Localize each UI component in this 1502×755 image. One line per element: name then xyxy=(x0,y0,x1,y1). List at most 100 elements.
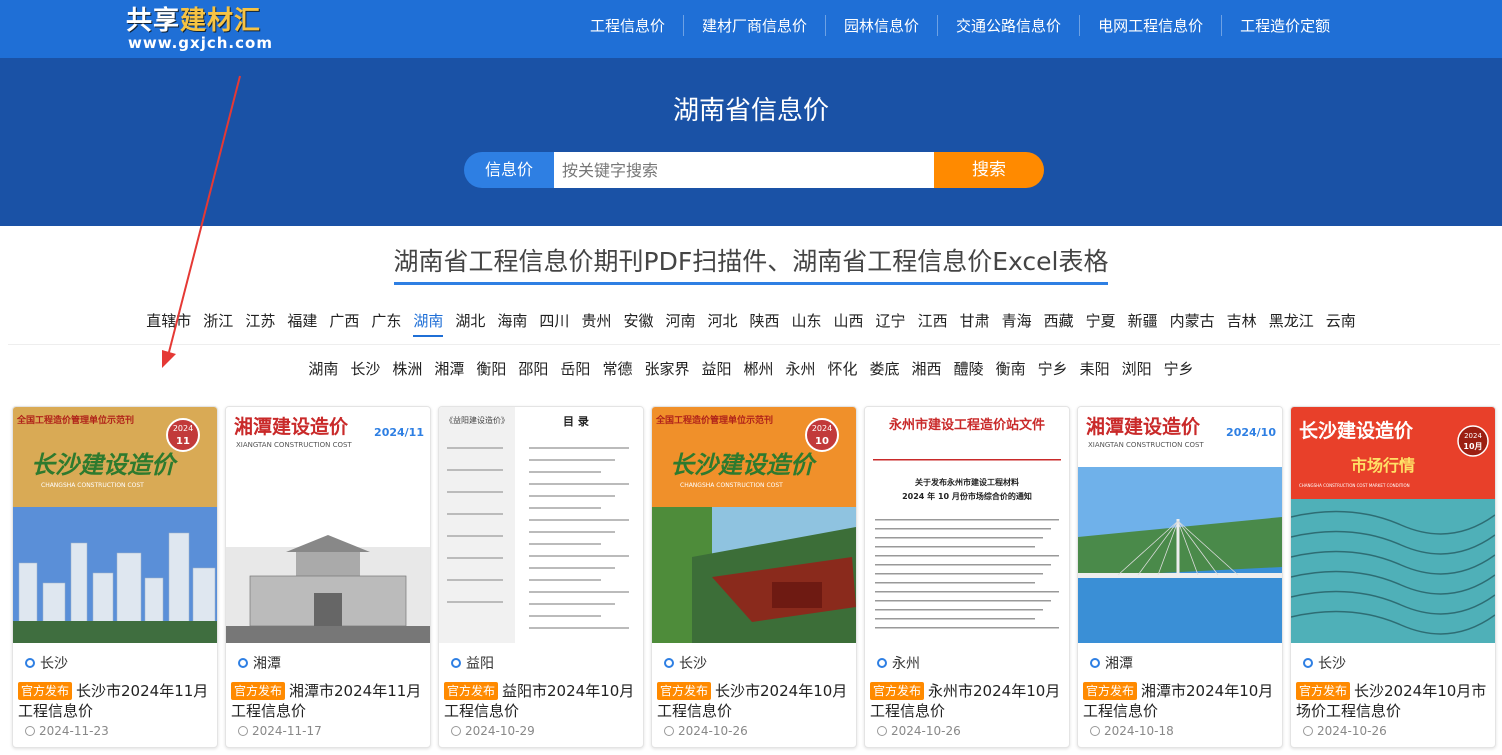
cover-subtitle: 市场行情 xyxy=(1351,456,1415,475)
city-tab[interactable]: 娄底 xyxy=(870,358,900,379)
cover-illustration: 长沙建设造价市场行情 CHANGSHA CONSTRUCTION COST MAR… xyxy=(1291,407,1495,643)
nav-item-manufacturer-price[interactable]: 建材厂商信息价 xyxy=(684,14,827,36)
cover-text-line xyxy=(529,591,629,593)
province-tab[interactable]: 青海 xyxy=(1002,310,1032,335)
card-title[interactable]: 官方发布 湘潭市2024年11月工程信息价 xyxy=(231,681,427,721)
card-title[interactable]: 官方发布 长沙2024年10月市场价工程信息价 xyxy=(1296,681,1492,721)
city-tab[interactable]: 衡南 xyxy=(996,358,1026,379)
province-tab[interactable]: 江西 xyxy=(918,310,948,335)
province-tab[interactable]: 福建 xyxy=(287,310,317,335)
clock-icon xyxy=(1303,726,1313,736)
card-cover-image[interactable]: 湘潭建设造价 XIANGTAN CONSTRUCTION COST 2024/10 xyxy=(1078,407,1282,643)
province-tab[interactable]: 云南 xyxy=(1326,310,1356,335)
site-logo[interactable]: 共享建材汇 www.gxjch.com xyxy=(126,0,306,58)
province-tab[interactable]: 湖北 xyxy=(455,310,485,335)
search-input[interactable] xyxy=(554,152,934,188)
city-tab[interactable]: 怀化 xyxy=(828,358,858,379)
province-tab[interactable]: 江苏 xyxy=(245,310,275,335)
city-tab[interactable]: 衡阳 xyxy=(476,358,506,379)
location-dot-icon xyxy=(877,658,887,668)
cover-text-line xyxy=(529,519,629,521)
province-tab[interactable]: 黑龙江 xyxy=(1269,310,1314,335)
province-tab[interactable]: 西藏 xyxy=(1044,310,1074,335)
province-tab[interactable]: 辽宁 xyxy=(876,310,906,335)
price-card[interactable]: 永州市建设工程造价站文件 关于发布永州市建设工程材料 2024 年 10 月份市场综… xyxy=(864,406,1070,748)
price-card[interactable]: 全国工程造价管理单位示范刊 2024 10 长沙建设造价 CHANGSHA CONSTR… xyxy=(651,406,857,748)
province-tab[interactable]: 贵州 xyxy=(581,310,611,335)
province-tab[interactable]: 内蒙古 xyxy=(1170,310,1215,335)
province-tab[interactable]: 四川 xyxy=(539,310,569,335)
cover-magazine-name: 长沙建设造价 xyxy=(670,451,817,479)
province-tab[interactable]: 河北 xyxy=(707,310,737,335)
nav-item-engineering-price[interactable]: 工程信息价 xyxy=(572,14,685,36)
price-card[interactable]: 湘潭建设造价 XIANGTAN CONSTRUCTION COST 2024/10 湘… xyxy=(1077,406,1283,748)
card-date-text: 2024-10-26 xyxy=(891,724,961,738)
cover-text-line xyxy=(875,582,1035,584)
city-tab[interactable]: 浏阳 xyxy=(1122,358,1152,379)
card-cover-image[interactable]: 全国工程造价管理单位示范刊 2024 10 长沙建设造价 CHANGSHA CONSTR… xyxy=(652,407,856,643)
province-tab[interactable]: 吉林 xyxy=(1227,310,1257,335)
city-tab[interactable]: 长沙 xyxy=(350,358,380,379)
cover-toc-title: 目 录 xyxy=(563,415,589,428)
province-tab[interactable]: 安徽 xyxy=(623,310,653,335)
card-title[interactable]: 官方发布 永州市2024年10月工程信息价 xyxy=(870,681,1066,721)
card-title[interactable]: 官方发布 长沙市2024年10月工程信息价 xyxy=(657,681,853,721)
card-cover-image[interactable]: 湘潭建设造价 XIANGTAN CONSTRUCTION COST 2024/11 xyxy=(226,407,430,643)
cover-issue-text: 10 xyxy=(815,436,829,447)
city-tab[interactable]: 邵阳 xyxy=(518,358,548,379)
price-card[interactable]: 湘潭建设造价 XIANGTAN CONSTRUCTION COST 2024/11 湘… xyxy=(225,406,431,748)
card-city-label: 长沙 xyxy=(1318,656,1346,672)
city-tab[interactable]: 醴陵 xyxy=(954,358,984,379)
city-tab[interactable]: 郴州 xyxy=(743,358,773,379)
province-tab[interactable]: 海南 xyxy=(497,310,527,335)
card-cover-image[interactable]: 《益阳建设造价》 目 录 xyxy=(439,407,643,643)
province-tab[interactable]: 山东 xyxy=(792,310,822,335)
province-tab[interactable]: 山西 xyxy=(834,310,864,335)
city-tab[interactable]: 湘西 xyxy=(912,358,942,379)
nav-item-cost-quota[interactable]: 工程造价定额 xyxy=(1222,15,1348,36)
card-title[interactable]: 官方发布 长沙市2024年11月工程信息价 xyxy=(18,681,214,721)
city-tab[interactable]: 株洲 xyxy=(392,358,422,379)
search-category-select[interactable]: 信息价 xyxy=(464,152,554,188)
cover-tower-body xyxy=(296,552,360,576)
province-tab[interactable]: 广西 xyxy=(329,310,359,335)
city-tab[interactable]: 岳阳 xyxy=(560,358,590,379)
city-tab[interactable]: 宁乡 xyxy=(1164,358,1194,379)
nav-item-highway-price[interactable]: 交通公路信息价 xyxy=(938,14,1081,36)
city-tab[interactable]: 宁乡 xyxy=(1038,358,1068,379)
province-tab[interactable]: 陕西 xyxy=(750,310,780,335)
nav-item-power-grid-price[interactable]: 电网工程信息价 xyxy=(1080,14,1223,36)
card-city-label: 湘潭 xyxy=(253,656,281,672)
province-tab[interactable]: 甘肃 xyxy=(960,310,990,335)
price-card[interactable]: 《益阳建设造价》 目 录益阳 官方发布 益阳市2024年10月工程信息价 2024-10… xyxy=(438,406,644,748)
province-tab[interactable]: 湖南 xyxy=(413,310,444,337)
nav-item-garden-price[interactable]: 园林信息价 xyxy=(826,14,939,36)
cover-journal-header: 《益阳建设造价》 xyxy=(445,415,509,425)
province-tab[interactable]: 广东 xyxy=(371,310,401,335)
city-tab[interactable]: 常德 xyxy=(602,358,632,379)
price-card[interactable]: 全国工程造价管理单位示范刊 2024 11 长沙建设造价 CHANGSHA CONSTR… xyxy=(12,406,218,748)
price-card[interactable]: 长沙建设造价 市场行情 CHANGSHA CONSTRUCTION COST MAR… xyxy=(1290,406,1496,748)
official-badge: 官方发布 xyxy=(1083,682,1138,700)
city-tab[interactable]: 湖南 xyxy=(308,358,338,379)
province-tab[interactable]: 新疆 xyxy=(1128,310,1158,335)
card-cover-image[interactable]: 全国工程造价管理单位示范刊 2024 11 长沙建设造价 CHANGSHA CONSTR… xyxy=(13,407,217,643)
city-tab[interactable]: 张家界 xyxy=(644,358,689,379)
search-button[interactable]: 搜索 xyxy=(934,152,1044,188)
card-cover-image[interactable]: 长沙建设造价 市场行情 CHANGSHA CONSTRUCTION COST MAR… xyxy=(1291,407,1495,643)
cover-issue-text: 2024/11 xyxy=(374,426,424,439)
city-tab[interactable]: 益阳 xyxy=(701,358,731,379)
card-title[interactable]: 官方发布 湘潭市2024年10月工程信息价 xyxy=(1083,681,1279,721)
cover-illustration: 永州市建设工程造价站文件关于发布永州市建设工程材料 2024 年 10 月份市场综… xyxy=(865,407,1069,643)
card-title[interactable]: 官方发布 益阳市2024年10月工程信息价 xyxy=(444,681,640,721)
card-cover-image[interactable]: 永州市建设工程造价站文件 关于发布永州市建设工程材料 2024 年 10 月份市场综… xyxy=(865,407,1069,643)
city-tab[interactable]: 永州 xyxy=(786,358,816,379)
city-tab[interactable]: 湘潭 xyxy=(434,358,464,379)
province-tab[interactable]: 直辖市 xyxy=(146,310,191,335)
card-date: 2024-11-17 xyxy=(238,724,322,738)
province-tab[interactable]: 宁夏 xyxy=(1086,310,1116,335)
province-tab[interactable]: 河南 xyxy=(665,310,695,335)
cover-text-line xyxy=(447,557,503,559)
province-tab[interactable]: 浙江 xyxy=(203,310,233,335)
city-tab[interactable]: 耒阳 xyxy=(1080,358,1110,379)
